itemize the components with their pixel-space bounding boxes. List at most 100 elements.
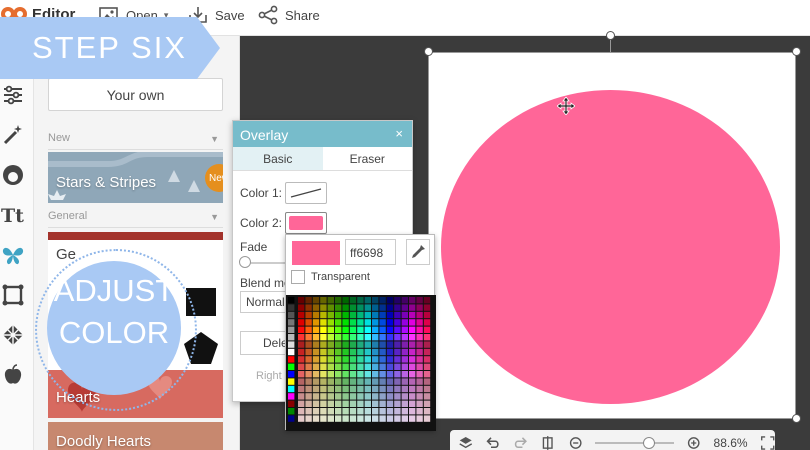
palette-swatch[interactable] bbox=[364, 319, 371, 326]
palette-swatch[interactable] bbox=[305, 297, 312, 304]
palette-basic-swatch[interactable] bbox=[288, 408, 295, 415]
palette-swatch[interactable] bbox=[372, 378, 379, 385]
palette-swatch[interactable] bbox=[401, 319, 408, 326]
palette-swatch[interactable] bbox=[416, 326, 423, 333]
palette-swatch[interactable] bbox=[394, 334, 401, 341]
palette-swatch[interactable] bbox=[357, 415, 364, 422]
palette-basic-swatch[interactable] bbox=[288, 371, 295, 378]
palette-swatch[interactable] bbox=[394, 415, 401, 422]
palette-swatch[interactable] bbox=[372, 393, 379, 400]
palette-swatch[interactable] bbox=[320, 400, 327, 407]
palette-swatch[interactable] bbox=[298, 385, 305, 393]
tab-eraser[interactable]: Eraser bbox=[323, 147, 413, 170]
palette-swatch[interactable] bbox=[394, 311, 401, 319]
palette-swatch[interactable] bbox=[312, 304, 320, 311]
palette-swatch[interactable] bbox=[320, 363, 327, 370]
palette-swatch[interactable] bbox=[386, 319, 394, 326]
palette-swatch[interactable] bbox=[357, 408, 364, 415]
palette-swatch[interactable] bbox=[394, 385, 401, 393]
rotate-handle[interactable] bbox=[606, 31, 615, 40]
palette-swatch[interactable] bbox=[312, 378, 320, 385]
palette-swatch[interactable] bbox=[305, 371, 312, 378]
palette-swatch[interactable] bbox=[357, 371, 364, 378]
frame-icon[interactable] bbox=[0, 282, 26, 308]
palette-swatch[interactable] bbox=[357, 378, 364, 385]
palette-swatch[interactable] bbox=[394, 356, 401, 363]
compare-icon[interactable] bbox=[540, 434, 555, 450]
palette-swatch[interactable] bbox=[335, 348, 342, 356]
share-button[interactable]: Share bbox=[257, 4, 320, 26]
palette-swatch[interactable] bbox=[312, 371, 320, 378]
palette-swatch[interactable] bbox=[423, 304, 431, 311]
circle-shape[interactable] bbox=[441, 90, 780, 404]
palette-swatch[interactable] bbox=[335, 356, 342, 363]
palette-swatch[interactable] bbox=[342, 334, 349, 341]
resize-handle-top-right[interactable] bbox=[792, 47, 801, 56]
zoom-out-icon[interactable] bbox=[568, 434, 583, 450]
palette-swatch[interactable] bbox=[416, 319, 423, 326]
palette-swatch[interactable] bbox=[342, 393, 349, 400]
palette-swatch[interactable] bbox=[335, 378, 342, 385]
palette-swatch[interactable] bbox=[305, 304, 312, 311]
palette-swatch[interactable] bbox=[320, 393, 327, 400]
palette-basic-swatch[interactable] bbox=[288, 378, 295, 385]
palette-swatch[interactable] bbox=[379, 415, 386, 422]
palette-swatch[interactable] bbox=[409, 408, 416, 415]
zoom-slider-knob[interactable] bbox=[643, 437, 656, 449]
face-icon[interactable] bbox=[0, 162, 26, 188]
palette-swatch[interactable] bbox=[423, 341, 431, 348]
palette-basic-swatch[interactable] bbox=[288, 400, 295, 407]
palette-swatch[interactable] bbox=[335, 297, 342, 304]
palette-swatch[interactable] bbox=[349, 400, 357, 407]
palette-swatch[interactable] bbox=[423, 408, 431, 415]
palette-swatch[interactable] bbox=[349, 304, 357, 311]
palette-swatch[interactable] bbox=[320, 297, 327, 304]
palette-swatch[interactable] bbox=[312, 348, 320, 356]
palette-swatch[interactable] bbox=[357, 319, 364, 326]
palette-swatch[interactable] bbox=[298, 400, 305, 407]
palette-swatch[interactable] bbox=[409, 304, 416, 311]
palette-swatch[interactable] bbox=[372, 304, 379, 311]
palette-swatch[interactable] bbox=[409, 311, 416, 319]
palette-swatch[interactable] bbox=[372, 408, 379, 415]
palette-swatch[interactable] bbox=[386, 297, 394, 304]
palette-swatch[interactable] bbox=[327, 311, 334, 319]
palette-swatch[interactable] bbox=[394, 408, 401, 415]
eyedropper-button[interactable] bbox=[406, 239, 430, 265]
palette-swatch[interactable] bbox=[379, 378, 386, 385]
palette-swatch[interactable] bbox=[401, 348, 408, 356]
palette-basic-swatch[interactable] bbox=[288, 363, 295, 370]
palette-swatch[interactable] bbox=[320, 385, 327, 393]
zoom-slider[interactable] bbox=[595, 437, 675, 449]
palette-swatch[interactable] bbox=[342, 319, 349, 326]
palette-swatch[interactable] bbox=[394, 304, 401, 311]
palette-swatch[interactable] bbox=[364, 363, 371, 370]
palette-swatch[interactable] bbox=[401, 341, 408, 348]
fullscreen-icon[interactable] bbox=[760, 434, 775, 450]
palette-swatch[interactable] bbox=[305, 326, 312, 333]
palette-swatch[interactable] bbox=[401, 326, 408, 333]
palette-swatch[interactable] bbox=[379, 297, 386, 304]
palette-swatch[interactable] bbox=[305, 378, 312, 385]
palette-swatch[interactable] bbox=[312, 408, 320, 415]
palette-swatch[interactable] bbox=[416, 334, 423, 341]
palette-swatch[interactable] bbox=[409, 378, 416, 385]
palette-swatch[interactable] bbox=[416, 341, 423, 348]
palette-swatch[interactable] bbox=[394, 393, 401, 400]
palette-swatch[interactable] bbox=[386, 371, 394, 378]
palette-swatch[interactable] bbox=[327, 326, 334, 333]
palette-swatch[interactable] bbox=[372, 341, 379, 348]
palette-swatch[interactable] bbox=[335, 363, 342, 370]
palette-basic-swatch[interactable] bbox=[288, 326, 295, 333]
palette-swatch[interactable] bbox=[342, 348, 349, 356]
palette-swatch[interactable] bbox=[320, 408, 327, 415]
palette-swatch[interactable] bbox=[349, 385, 357, 393]
palette-swatch[interactable] bbox=[423, 363, 431, 370]
palette-swatch[interactable] bbox=[423, 393, 431, 400]
palette-swatch[interactable] bbox=[327, 356, 334, 363]
palette-swatch[interactable] bbox=[394, 319, 401, 326]
section-header-new[interactable]: New ▼ bbox=[48, 132, 223, 150]
palette-swatch[interactable] bbox=[394, 326, 401, 333]
palette-swatch[interactable] bbox=[401, 385, 408, 393]
palette-swatch[interactable] bbox=[298, 408, 305, 415]
